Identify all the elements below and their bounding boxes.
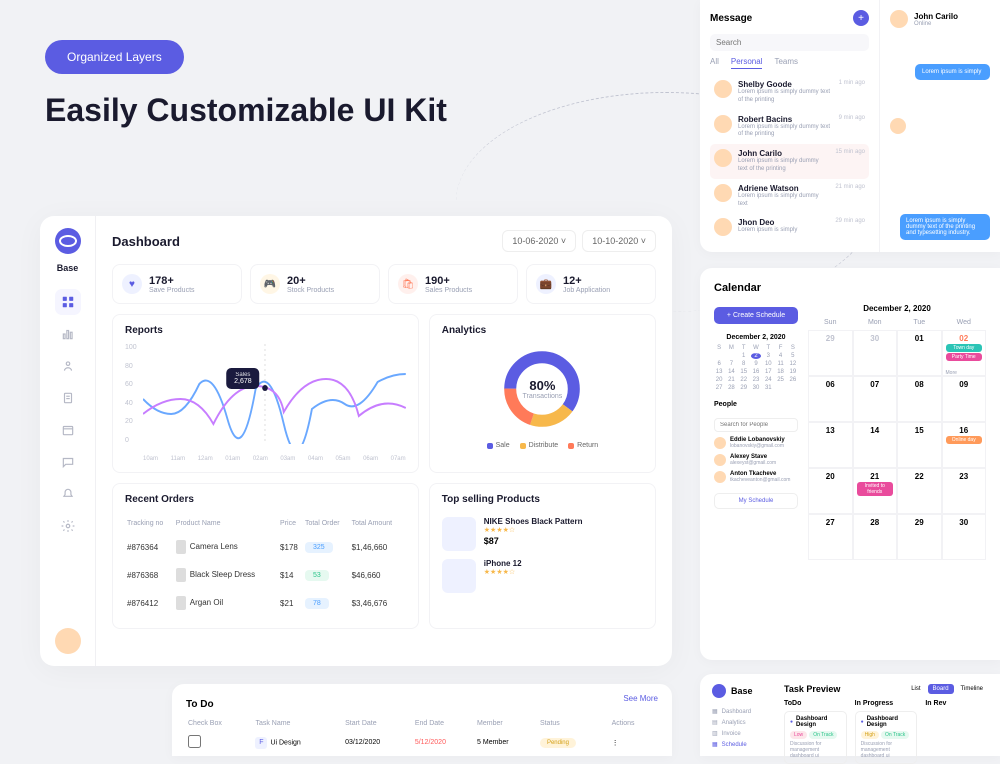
- chat-bubble: Lorem ipsum is simply dummy text of the …: [900, 214, 990, 240]
- reports-chart: 100806040200 Sales2,678: [125, 344, 406, 454]
- table-row[interactable]: #876364Camera Lens$178325$1,46,660: [127, 534, 404, 560]
- reports-card: Reports 100806040200 Sales2,678 10am11am…: [112, 314, 419, 473]
- brand-logo[interactable]: [55, 228, 81, 254]
- message-item[interactable]: Adriene WatsonLorem ipsum is simply dumm…: [710, 179, 869, 214]
- chat-avatar: [890, 10, 908, 28]
- stat-stock: 🎮20+Stock Products: [250, 264, 380, 304]
- brand-name: Base: [57, 263, 79, 273]
- nav-dashboard-icon[interactable]: [55, 289, 81, 315]
- task-card[interactable]: Dashboard DesignLowOn TrackDiscussion fo…: [784, 711, 847, 764]
- nav-messages-icon[interactable]: [55, 449, 81, 475]
- page-title: Dashboard: [112, 234, 180, 249]
- chart-tooltip: Sales2,678: [226, 368, 260, 389]
- nav-settings-icon[interactable]: [55, 513, 81, 539]
- brand-logo-icon: [712, 684, 726, 698]
- heart-icon: ♥: [122, 274, 142, 294]
- message-item[interactable]: Shelby GoodeLorem ipsum is simply dummy …: [710, 75, 869, 110]
- orders-table: Tracking noProduct NamePriceTotal OrderT…: [125, 513, 406, 618]
- nav-schedule[interactable]: ▦ Schedule: [712, 739, 774, 750]
- nav-notification-icon[interactable]: [55, 481, 81, 507]
- nav-analytics[interactable]: ▤ Analytics: [712, 717, 774, 728]
- nav-analytics-icon[interactable]: [55, 321, 81, 347]
- stat-jobs: 💼12+Job Application: [526, 264, 656, 304]
- task-preview-panel: Base ▦ Dashboard ▤ Analytics ▥ Invoice ▦…: [700, 674, 1000, 756]
- messages-panel: Message+ All Personal Teams Shelby Goode…: [700, 0, 1000, 252]
- my-schedule-button[interactable]: My Schedule: [714, 493, 798, 509]
- task-card[interactable]: Dashboard DesignHighOn TrackDiscussion f…: [855, 711, 918, 764]
- tab-list[interactable]: List: [906, 684, 925, 694]
- mini-calendar[interactable]: December 2, 2020 SMTWTFS 12345 678910111…: [714, 334, 798, 391]
- dashboard-card: Base Dashboard 10-06-2020 ˅ 10-10-2020 ˅…: [40, 216, 672, 666]
- date-to[interactable]: 10-10-2020 ˅: [582, 230, 656, 252]
- analytics-card: Analytics 80%Transactions Sale Distribut…: [429, 314, 656, 473]
- briefcase-icon: 💼: [536, 274, 556, 294]
- nav-dashboard[interactable]: ▦ Dashboard: [712, 706, 774, 717]
- date-from[interactable]: 10-06-2020 ˅: [502, 230, 576, 252]
- hero-title: Easily Customizable UI Kit: [45, 92, 447, 129]
- message-item[interactable]: John CariloLorem ipsum is simply dummy t…: [710, 144, 869, 179]
- stat-save: ♥178+Save Products: [112, 264, 242, 304]
- sidebar: Base: [40, 216, 96, 666]
- orders-card: Recent Orders Tracking noProduct NamePri…: [112, 483, 419, 629]
- product-item[interactable]: NIKE Shoes Black Pattern★★★★☆$87: [442, 513, 643, 555]
- actions-icon[interactable]: ⋮: [612, 729, 656, 750]
- user-avatar[interactable]: [55, 628, 81, 654]
- see-more-link[interactable]: See More: [623, 694, 658, 703]
- todo-panel: To DoSee More Check BoxTask NameStart Da…: [172, 684, 672, 756]
- person-item[interactable]: Anton Tkachevetkacheveanton@gmail.com: [714, 471, 798, 483]
- bag-icon: 🛍: [398, 274, 418, 294]
- search-input[interactable]: [710, 34, 869, 51]
- analytics-donut: 80%Transactions: [442, 344, 643, 434]
- todo-checkbox[interactable]: [188, 735, 201, 748]
- add-message-button[interactable]: +: [853, 10, 869, 26]
- big-calendar: December 2, 2020 SunMonTueWed 29 30 01 0…: [808, 304, 986, 560]
- organized-layers-badge: Organized Layers: [45, 40, 184, 74]
- todo-row[interactable]: FUi Design 03/12/2020 5/12/2020 5 Member…: [188, 729, 656, 750]
- chat-bubble: Lorem ipsum is simply: [915, 64, 990, 80]
- products-card: Top selling Products NIKE Shoes Black Pa…: [429, 483, 656, 629]
- person-item[interactable]: Alexey Stavealexeyst@gmail.com: [714, 454, 798, 466]
- nav-calendar-icon[interactable]: [55, 417, 81, 443]
- tab-all[interactable]: All: [710, 57, 719, 69]
- tab-timeline[interactable]: Timeline: [956, 684, 988, 694]
- nav-invoice-icon[interactable]: [55, 385, 81, 411]
- nav-users-icon[interactable]: [55, 353, 81, 379]
- message-item[interactable]: Robert BacinsLorem ipsum is simply dummy…: [710, 110, 869, 145]
- create-schedule-button[interactable]: + Create Schedule: [714, 307, 798, 324]
- product-item[interactable]: iPhone 12★★★★☆: [442, 555, 643, 597]
- nav-invoice[interactable]: ▥ Invoice: [712, 728, 774, 739]
- table-row[interactable]: #876368Black Sleep Dress$1453$46,660: [127, 562, 404, 588]
- people-search[interactable]: [714, 418, 798, 432]
- person-item[interactable]: Eddie Lobanovskiylobanovskiy@gmail.com: [714, 437, 798, 449]
- table-row[interactable]: #876412Argan Oil$2178$3,46,676: [127, 590, 404, 616]
- tab-teams[interactable]: Teams: [774, 57, 798, 69]
- message-item[interactable]: Jhon DeoLorem ipsum is simply29 min ago: [710, 213, 869, 241]
- product-image: [442, 559, 476, 593]
- product-image: [442, 517, 476, 551]
- stat-sales: 🛍190+Sales Products: [388, 264, 518, 304]
- calendar-panel: Calendar + Create Schedule December 2, 2…: [700, 268, 1000, 660]
- status-badge: Pending: [540, 738, 576, 748]
- game-icon: 🎮: [260, 274, 280, 294]
- chat-avatar-inline: [890, 118, 906, 134]
- tab-personal[interactable]: Personal: [731, 57, 763, 69]
- tab-board[interactable]: Board: [928, 684, 954, 694]
